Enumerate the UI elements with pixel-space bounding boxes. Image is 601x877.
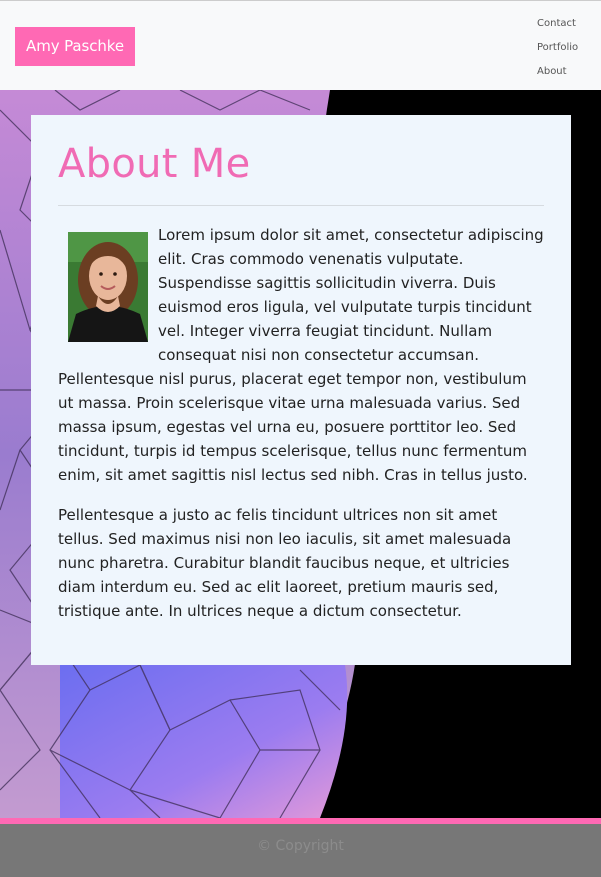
- bio-paragraph-1: Lorem ipsum dolor sit amet, consectetur …: [58, 223, 545, 487]
- copyright-text: © Copyright: [257, 838, 344, 854]
- page-title: About Me: [58, 141, 251, 187]
- brand-button[interactable]: Amy Paschke: [15, 27, 135, 66]
- bio-paragraph-2: Pellentesque a justo ac felis tincidunt …: [58, 506, 512, 620]
- divider: [58, 205, 544, 206]
- nav-link-about[interactable]: About: [537, 61, 578, 85]
- footer: © Copyright: [0, 824, 601, 877]
- nav-link-portfolio[interactable]: Portfolio: [537, 37, 578, 61]
- photo-spacer: [58, 223, 158, 367]
- about-card: About Me Lorem ipsum dolor sit amet, con…: [31, 115, 571, 665]
- navbar: Amy Paschke Contact Portfolio About: [0, 0, 601, 90]
- nav-link-contact[interactable]: Contact: [537, 13, 578, 37]
- nav-menu: Contact Portfolio About: [537, 13, 578, 85]
